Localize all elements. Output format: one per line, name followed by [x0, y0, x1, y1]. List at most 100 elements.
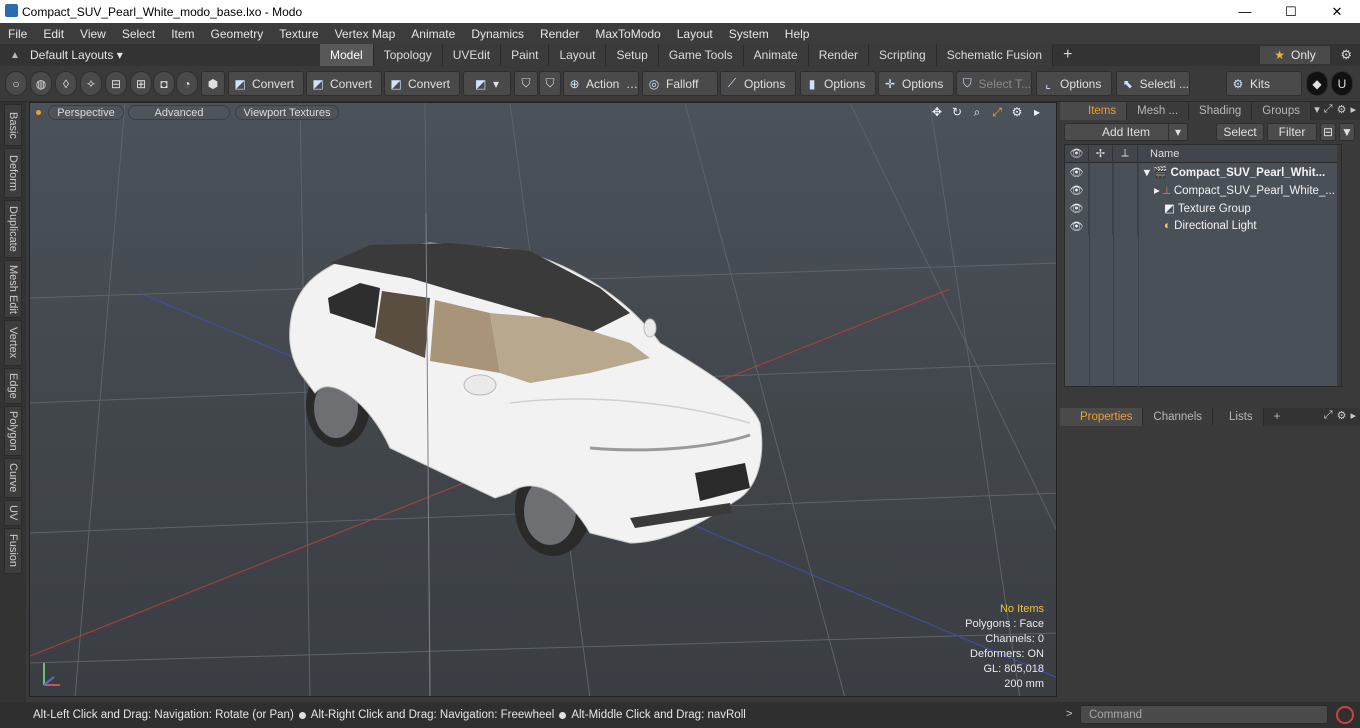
menu-render[interactable]: Render — [532, 27, 587, 41]
tab-edge[interactable]: Edge — [4, 368, 22, 404]
maximize-viewport-icon[interactable]: ⤢ — [990, 105, 1004, 120]
eye-icon[interactable]: 👁 — [1065, 163, 1089, 181]
menu-select[interactable]: Select — [114, 27, 163, 41]
edge-mode-icon[interactable]: ⊟ — [105, 71, 127, 96]
viewport-arrow-icon[interactable]: ▸ — [1030, 105, 1044, 120]
panel-expand-icon[interactable]: ⤢ — [1324, 409, 1333, 422]
tab-model[interactable]: Model — [320, 44, 374, 66]
tab-uv[interactable]: UV — [4, 500, 22, 526]
list-item[interactable]: 👁 ▸ ⟂ Compact_SUV_Pearl_White_... — [1065, 181, 1341, 199]
unity-icon[interactable]: ◆ — [1306, 71, 1328, 96]
falloff-button[interactable]: ◎ Falloff — [642, 71, 718, 96]
viewport-textures-button[interactable]: Viewport Textures — [235, 105, 339, 120]
tab-shading[interactable]: Shading — [1189, 102, 1253, 120]
default-layouts-dropdown[interactable]: Default Layouts ▾ — [30, 48, 320, 62]
material-mode-icon[interactable]: ◔ — [176, 71, 198, 96]
convert-button-3[interactable]: ◩ Convert — [384, 71, 460, 96]
funnel-icon[interactable]: ▼ — [1339, 123, 1355, 141]
tab-setup[interactable]: Setup — [606, 44, 659, 66]
only-toggle[interactable]: ★ Only — [1260, 46, 1330, 64]
shield-gear-icon[interactable]: ⛉ — [539, 71, 561, 96]
close-button[interactable]: ✕ — [1314, 0, 1360, 23]
options-button-3[interactable]: ✛ Options — [878, 71, 954, 96]
options-button-2[interactable]: ▮ Options — [800, 71, 876, 96]
viewport-menu-dot[interactable] — [36, 110, 41, 115]
tab-properties[interactable]: Properties — [1060, 408, 1144, 426]
expand-arrow-icon[interactable]: ▾ — [1144, 167, 1150, 179]
add-panel-tab-button[interactable]: + — [1264, 408, 1291, 426]
tab-mesh-edit[interactable]: Mesh Edit — [4, 260, 22, 318]
panel-dropdown-icon[interactable]: ▾ — [1314, 103, 1320, 116]
vertex-mode-icon[interactable]: ○ — [5, 71, 27, 96]
tab-duplicate[interactable]: Duplicate — [4, 200, 22, 258]
panel-expand-icon[interactable]: ⤢ — [1324, 103, 1333, 116]
shield-icon[interactable]: ⛉ — [514, 71, 538, 96]
select-button[interactable]: Select — [1216, 123, 1264, 141]
cube-icon[interactable]: ⬢ — [201, 71, 225, 96]
menu-animate[interactable]: Animate — [403, 27, 463, 41]
layout-collapse-icon[interactable]: ▲ — [0, 50, 30, 61]
convert-button-1[interactable]: ◩ Convert — [228, 71, 304, 96]
command-input[interactable]: Command — [1080, 705, 1328, 724]
tab-fusion[interactable]: Fusion — [4, 528, 22, 574]
panel-gear-icon[interactable]: ⚙ — [1337, 409, 1347, 422]
filter-button[interactable]: Filter — [1267, 123, 1317, 141]
selection-button[interactable]: ⬉ Selecti ... — [1116, 71, 1190, 96]
options-button-4[interactable]: ⌞ Options — [1036, 71, 1112, 96]
tab-channels[interactable]: Channels — [1143, 408, 1214, 426]
tab-game-tools[interactable]: Game Tools — [658, 44, 744, 66]
expand-arrow-icon[interactable]: ▸ — [1154, 185, 1160, 197]
panel-arrow-icon[interactable]: ▸ — [1350, 103, 1356, 116]
rotate-icon[interactable]: ↻ — [950, 105, 964, 120]
menu-system[interactable]: System — [721, 27, 777, 41]
options-button-1[interactable]: ⟋ Options — [720, 71, 796, 96]
panel-arrow-icon[interactable]: ▸ — [1350, 409, 1356, 422]
select-through-button[interactable]: ⛉ Select T... — [956, 71, 1032, 96]
tab-render[interactable]: Render — [808, 44, 870, 66]
tab-animate[interactable]: Animate — [743, 44, 809, 66]
menu-help[interactable]: Help — [777, 27, 818, 41]
globe-icon[interactable]: ◍ — [30, 71, 52, 96]
lock-header-icon[interactable]: ✢ — [1089, 144, 1113, 163]
menu-edit[interactable]: Edit — [35, 27, 72, 41]
list-item[interactable]: 👁 ◩ Texture Group — [1065, 199, 1341, 217]
perspective-button[interactable]: Perspective — [48, 105, 124, 120]
viewport-scene[interactable] — [30, 103, 1057, 697]
tab-paint[interactable]: Paint — [501, 44, 550, 66]
pan-icon[interactable]: ✥ — [930, 105, 944, 120]
snap-dropdown[interactable]: ◩ ▾ — [463, 71, 511, 96]
add-tab-button[interactable]: + — [1053, 44, 1082, 66]
name-column-header[interactable]: Name — [1138, 145, 1341, 163]
minimize-button[interactable]: — — [1222, 0, 1268, 23]
eye-icon[interactable]: 👁 — [1065, 181, 1089, 199]
eye-icon[interactable]: 👁 — [1065, 199, 1089, 217]
advanced-button[interactable]: Advanced — [128, 105, 230, 120]
tab-vertex[interactable]: Vertex — [4, 320, 22, 366]
menu-file[interactable]: File — [0, 27, 35, 41]
type-header-icon[interactable]: ⟂ — [1113, 144, 1138, 163]
record-icon[interactable] — [1336, 706, 1354, 724]
tab-deform[interactable]: Deform — [4, 148, 22, 198]
menu-dynamics[interactable]: Dynamics — [463, 27, 532, 41]
tab-basic[interactable]: Basic — [4, 104, 22, 146]
gear-icon[interactable]: ⚙ — [1340, 47, 1352, 63]
panel-gear-icon[interactable]: ⚙ — [1337, 103, 1347, 116]
zoom-icon[interactable]: ⌕ — [970, 105, 984, 120]
tab-mesh[interactable]: Mesh ... — [1127, 102, 1190, 120]
tab-polygon[interactable]: Polygon — [4, 406, 22, 456]
eye-icon[interactable]: 👁 — [1065, 217, 1089, 235]
3d-viewport[interactable]: Perspective Advanced Viewport Textures ✥… — [29, 102, 1057, 697]
menu-view[interactable]: View — [72, 27, 114, 41]
tab-items[interactable]: Items — [1060, 102, 1128, 120]
collapse-icon[interactable]: ⊟ — [1320, 123, 1336, 141]
tab-lists[interactable]: Lists — [1213, 408, 1264, 426]
menu-vertex-map[interactable]: Vertex Map — [327, 27, 404, 41]
list-item[interactable]: 👁 ◐ Directional Light — [1065, 217, 1341, 235]
unreal-icon[interactable]: U — [1331, 71, 1353, 96]
viewport-gear-icon[interactable]: ⚙ — [1010, 105, 1024, 120]
convert-button-2[interactable]: ◩ Convert — [306, 71, 382, 96]
item-mode-icon[interactable]: ◘ — [153, 71, 175, 96]
action-center-button[interactable]: ⊕ Action … — [563, 71, 639, 96]
brush-icon[interactable]: ⟡ — [80, 71, 102, 96]
tab-curve[interactable]: Curve — [4, 458, 22, 498]
